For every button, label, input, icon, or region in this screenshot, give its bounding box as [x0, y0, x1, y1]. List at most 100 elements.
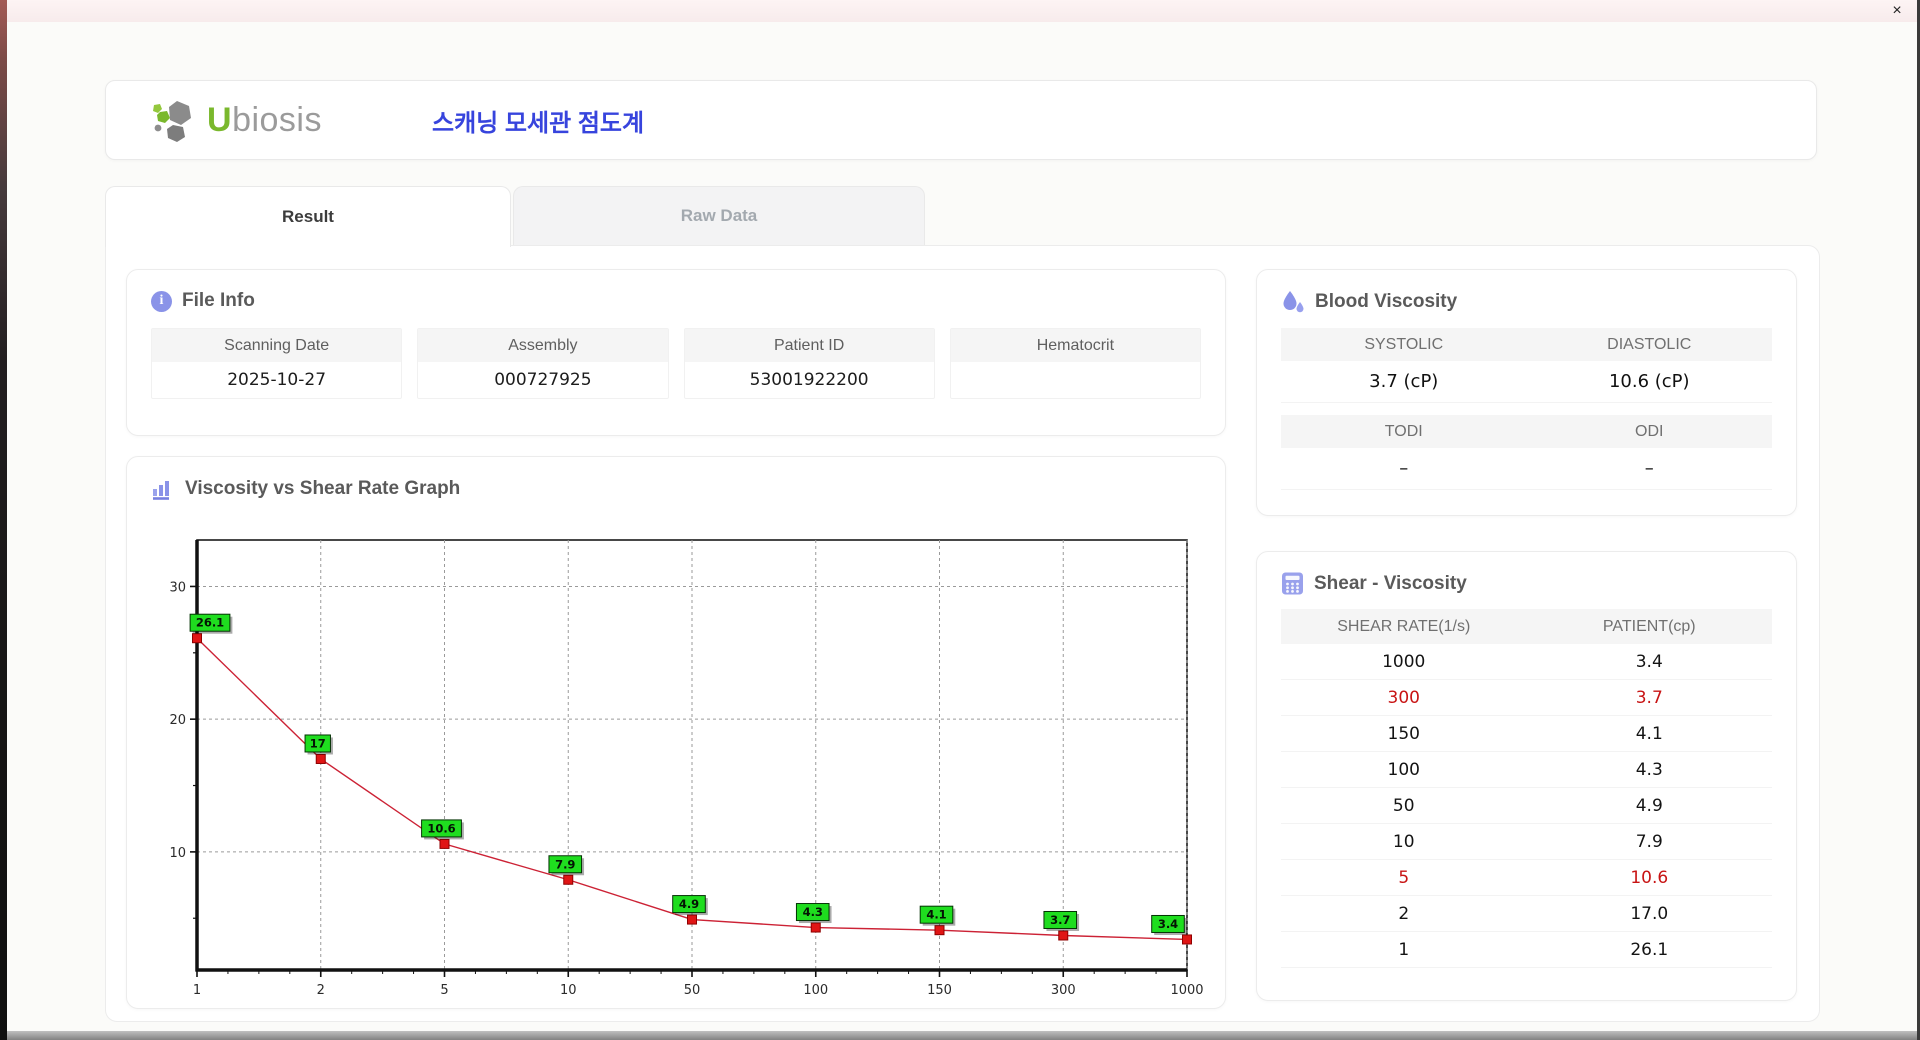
svg-text:10.6: 10.6	[427, 821, 455, 835]
brand-logo: Ubiosis	[151, 97, 322, 143]
svg-text:50: 50	[684, 983, 701, 998]
svg-text:20: 20	[169, 713, 186, 728]
patient-column-header: PATIENT(cp)	[1602, 617, 1696, 635]
svg-text:17: 17	[310, 736, 326, 750]
close-icon[interactable]: ×	[1886, 1, 1908, 21]
file-info-card: i File Info Scanning Date 2025-10-27 Ass…	[126, 269, 1226, 436]
blood-drops-icon	[1283, 291, 1304, 313]
page-title: 스캐닝 모세관 점도계	[432, 109, 645, 137]
table-row: 300 3.7	[1281, 680, 1772, 716]
shear-rate-value: 5	[1398, 867, 1410, 888]
table-row: 1000 3.4	[1281, 644, 1772, 680]
window-bottom-edge	[7, 1031, 1917, 1040]
patient-viscosity-value: 4.9	[1635, 795, 1663, 816]
field-value: 53001922200	[749, 370, 869, 390]
odi-value: –	[1526, 448, 1772, 490]
calculator-icon	[1282, 572, 1303, 595]
tab-result[interactable]: Result	[105, 186, 511, 247]
todi-header: TODI	[1281, 415, 1527, 448]
patient-viscosity-value: 4.3	[1635, 759, 1663, 780]
tab-raw-data[interactable]: Raw Data	[513, 186, 925, 245]
field-label: Hematocrit	[950, 329, 1200, 362]
svg-text:7.9: 7.9	[555, 857, 575, 871]
patient-viscosity-value: 3.7	[1635, 687, 1663, 708]
info-icon: i	[151, 290, 172, 312]
shear-rate-value: 300	[1387, 687, 1420, 708]
shear-viscosity-title: Shear - Viscosity	[1314, 572, 1467, 594]
table-row: 5 10.6	[1281, 860, 1772, 896]
field-value: 000727925	[494, 370, 592, 390]
brand-name: Ubiosis	[207, 101, 322, 140]
shear-rate-value: 50	[1392, 795, 1415, 816]
svg-text:4.3: 4.3	[803, 905, 823, 919]
svg-text:300: 300	[1051, 983, 1076, 998]
brand-u: U	[207, 100, 233, 139]
file-info-field: Hematocrit	[949, 328, 1201, 399]
patient-viscosity-value: 10.6	[1630, 867, 1669, 888]
systolic-header: SYSTOLIC	[1281, 328, 1527, 361]
shear-rate-value: 150	[1387, 723, 1420, 744]
patient-viscosity-value: 26.1	[1630, 939, 1669, 960]
svg-text:4.1: 4.1	[926, 908, 946, 922]
blood-viscosity-table: SYSTOLIC DIASTOLIC 3.7 (cP) 10.6 (cP) TO…	[1281, 328, 1772, 490]
viscosity-graph-card: Viscosity vs Shear Rate Graph 10 20 30 1 2 5 1…	[126, 456, 1226, 1009]
table-row: 1 26.1	[1281, 932, 1772, 968]
file-info-field: Assembly 000727925	[417, 328, 669, 399]
shear-rate-column-header: SHEAR RATE(1/s)	[1337, 617, 1471, 635]
shear-rate-value: 10	[1392, 831, 1415, 852]
field-label: Assembly	[418, 329, 668, 362]
field-label: Patient ID	[684, 329, 934, 362]
todi-value: –	[1281, 448, 1527, 490]
shear-rate-value: 100	[1387, 759, 1420, 780]
file-info-field: Patient ID 53001922200	[683, 328, 935, 399]
app-window: Ubiosis 스캐닝 모세관 점도계 Result Raw Data i Fi…	[6, 22, 1917, 1031]
brand-rest: biosis	[232, 100, 322, 139]
blood-viscosity-card: Blood Viscosity SYSTOLIC DIASTOLIC 3.7 (…	[1256, 269, 1797, 516]
table-row: 150 4.1	[1281, 716, 1772, 752]
table-row: 10 7.9	[1281, 824, 1772, 860]
odi-header: ODI	[1526, 415, 1772, 448]
diastolic-value: 10.6 (cP)	[1526, 361, 1772, 403]
patient-viscosity-value: 17.0	[1630, 903, 1669, 924]
table-row: 50 4.9	[1281, 788, 1772, 824]
svg-text:1: 1	[193, 983, 201, 998]
svg-text:5: 5	[440, 983, 448, 998]
svg-text:100: 100	[803, 983, 828, 998]
shear-viscosity-card: Shear - Viscosity SHEAR RATE(1/s) PATIEN…	[1256, 551, 1797, 1001]
svg-text:10: 10	[560, 983, 577, 998]
file-info-field: Scanning Date 2025-10-27	[151, 328, 403, 399]
field-label: Scanning Date	[152, 329, 402, 362]
shear-rate-value: 2	[1398, 903, 1410, 924]
systolic-value: 3.7 (cP)	[1281, 361, 1527, 403]
shear-rows: 1000 3.4 300 3.7 150 4.1 100 4.3 50 4.9	[1281, 644, 1772, 968]
field-value	[951, 362, 1200, 398]
svg-text:3.7: 3.7	[1050, 913, 1070, 927]
viscosity-shear-rate-chart: 10 20 30 1 2 5 10 50 100 150 300 1000 26.1 17 10.6 7.9 4…	[169, 539, 1204, 998]
shear-rate-value: 1	[1398, 939, 1410, 960]
svg-text:26.1: 26.1	[196, 616, 224, 630]
shear-rate-value: 1000	[1382, 651, 1426, 672]
table-row: 2 17.0	[1281, 896, 1772, 932]
svg-text:4.9: 4.9	[679, 897, 699, 911]
field-value: 2025-10-27	[227, 370, 327, 390]
ubiosis-hexagon-logo-icon	[153, 101, 191, 142]
window-titlebar: ×	[0, 0, 1920, 22]
svg-text:150: 150	[927, 983, 952, 998]
file-info-title: File Info	[182, 290, 255, 311]
diastolic-header: DIASTOLIC	[1526, 328, 1772, 361]
background-app-edge	[0, 0, 7, 1040]
patient-viscosity-value: 7.9	[1635, 831, 1663, 852]
app-header: Ubiosis 스캐닝 모세관 점도계	[105, 80, 1817, 160]
svg-text:2: 2	[317, 983, 325, 998]
table-row: 100 4.3	[1281, 752, 1772, 788]
result-panel: i File Info Scanning Date 2025-10-27 Ass…	[105, 245, 1820, 1022]
blood-viscosity-title: Blood Viscosity	[1315, 291, 1458, 312]
shear-viscosity-table: SHEAR RATE(1/s) PATIENT(cp) 1000 3.4 300…	[1281, 609, 1772, 968]
file-info-fields: Scanning Date 2025-10-27 Assembly 000727…	[127, 326, 1225, 399]
svg-text:1000: 1000	[1170, 983, 1203, 998]
patient-viscosity-value: 4.1	[1635, 723, 1663, 744]
patient-viscosity-value: 3.4	[1635, 651, 1663, 672]
svg-text:30: 30	[169, 580, 186, 595]
svg-text:3.4: 3.4	[1158, 917, 1178, 931]
svg-text:10: 10	[169, 846, 186, 861]
